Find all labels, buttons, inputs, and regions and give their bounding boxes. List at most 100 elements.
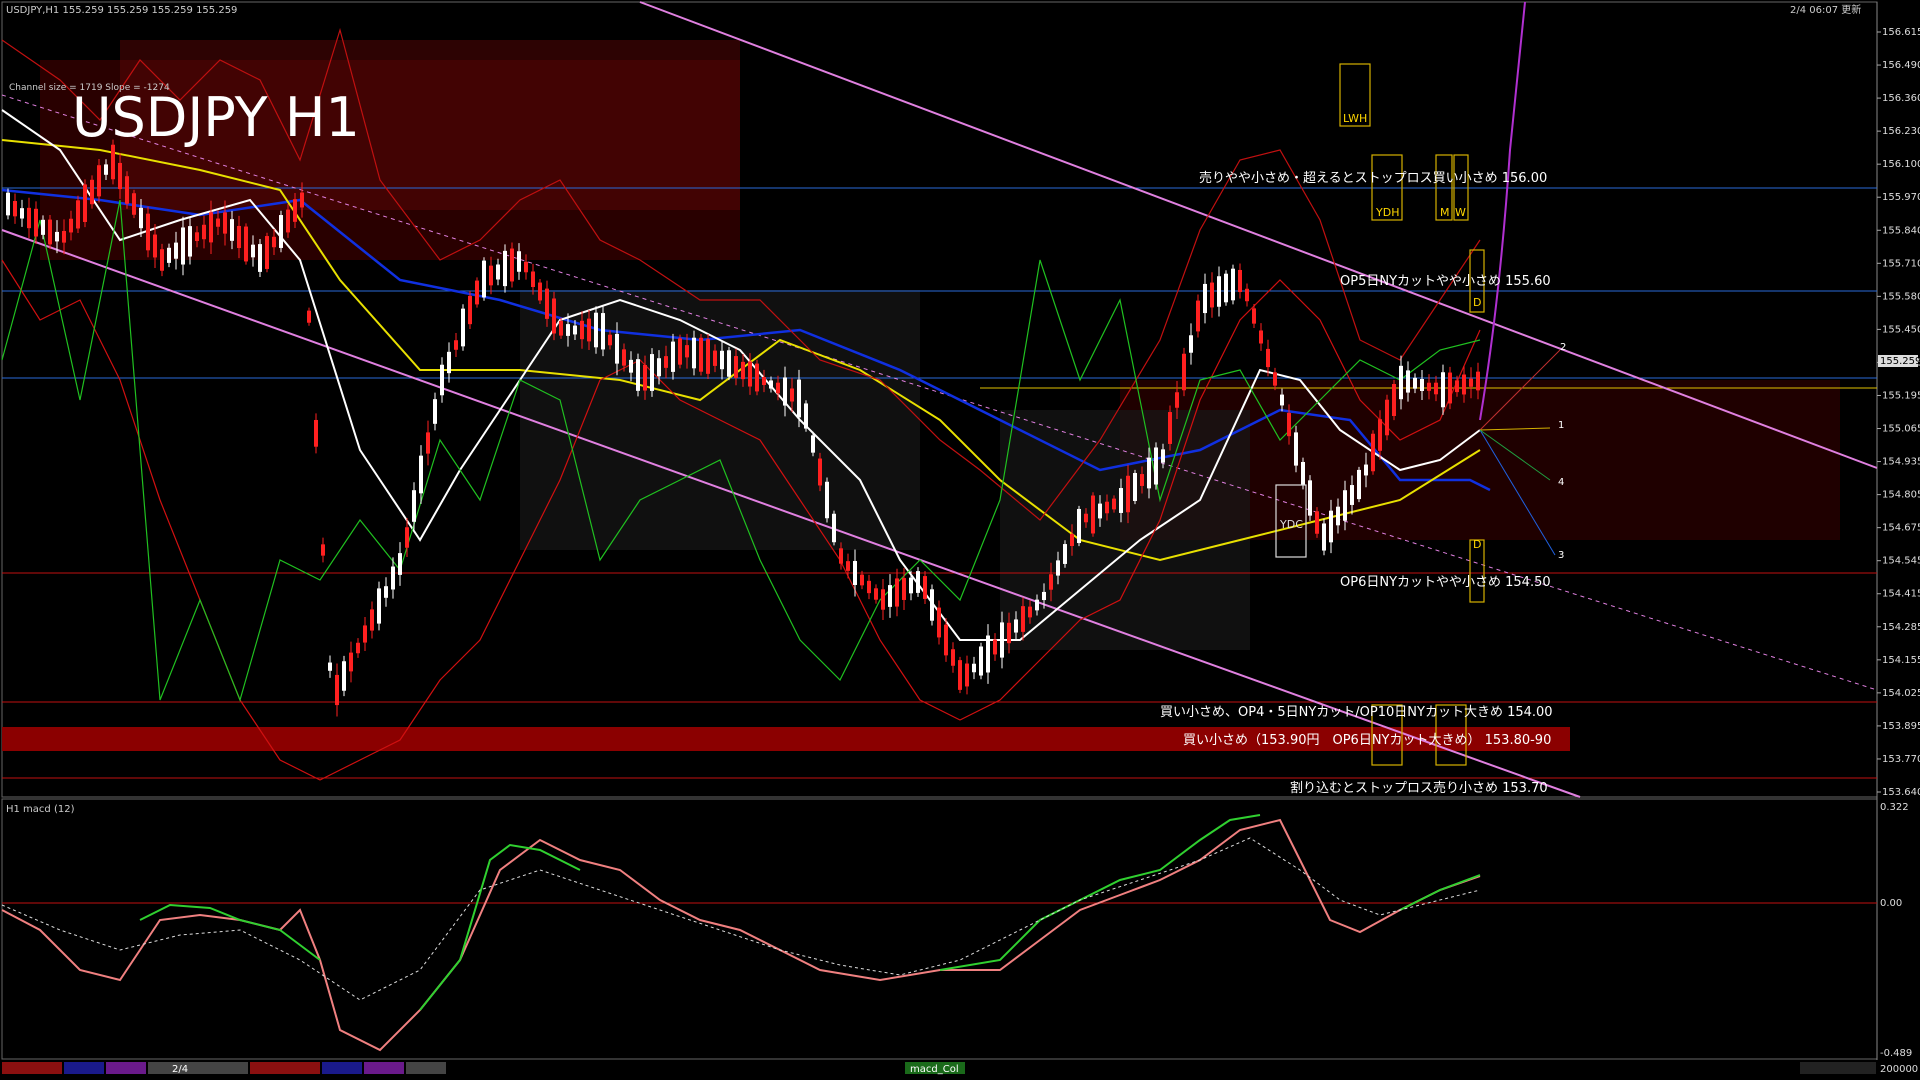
- price-tick-label: 153.770: [1882, 754, 1920, 765]
- candle-body: [1280, 394, 1284, 406]
- candle-body: [335, 674, 339, 706]
- chart-canvas[interactable]: LWH YDH M W D YDC D 2 1 3 4 売りやや小さめ・超えると…: [0, 0, 1920, 1080]
- candle-body: [951, 649, 955, 666]
- candle-body: [426, 432, 430, 454]
- tab-date-label[interactable]: 2/4: [172, 1064, 188, 1075]
- candle-body: [412, 490, 416, 522]
- candle-body: [1210, 282, 1214, 308]
- candle-body: [48, 219, 52, 245]
- candle-body: [881, 589, 885, 610]
- candle-body: [811, 435, 815, 453]
- candle-body: [958, 660, 962, 690]
- candle-body: [76, 200, 80, 229]
- candle-body: [447, 351, 451, 374]
- candle-body: [111, 144, 115, 180]
- price-tick-label: 153.895: [1882, 721, 1920, 732]
- candle-body: [762, 376, 766, 386]
- candle-body: [496, 264, 500, 280]
- candle-body: [972, 663, 976, 673]
- candle-body: [153, 234, 157, 258]
- projection-label-1: 1: [1558, 420, 1564, 431]
- price-tick-label: 153.640: [1882, 787, 1920, 798]
- price-tick-label: 155.710: [1882, 258, 1920, 269]
- tab-indicator-label[interactable]: macd_Col: [910, 1064, 959, 1075]
- macd-label: H1 macd (12): [6, 804, 75, 815]
- zone-label-d-lower: D: [1473, 538, 1481, 551]
- candle-body: [1042, 591, 1046, 601]
- candle-body: [433, 399, 437, 424]
- candle-body: [181, 227, 185, 265]
- candle-body: [748, 361, 752, 387]
- candle-body: [1154, 447, 1158, 485]
- candle-body: [769, 380, 773, 389]
- candle-body: [587, 318, 591, 342]
- candle-body: [573, 325, 577, 335]
- price-tick-label: 154.025: [1882, 688, 1920, 699]
- candle-body: [34, 208, 38, 237]
- candle-body: [538, 282, 542, 301]
- candle-body: [13, 201, 17, 217]
- candle-body: [1469, 378, 1473, 387]
- candle-body: [1245, 288, 1249, 302]
- candle-body: [783, 377, 787, 406]
- candle-body: [314, 419, 318, 447]
- candle-body: [1336, 506, 1340, 526]
- annotation-153-85: 買い小さめ（153.90円 OP6日NYカット大きめ） 153.80-90: [1183, 733, 1551, 748]
- candle-body: [517, 251, 521, 272]
- candle-body: [20, 208, 24, 219]
- candle-body: [1182, 353, 1186, 391]
- price-tick-label: 155.450: [1882, 324, 1920, 335]
- price-axis: 156.615 156.490 156.360 156.230 156.100 155.9…: [1877, 27, 1920, 798]
- candle-body: [937, 607, 941, 638]
- candle-body: [307, 310, 311, 323]
- candle-body: [1329, 510, 1333, 543]
- candle-body: [797, 379, 801, 418]
- candle-body: [699, 337, 703, 372]
- candle-body: [237, 225, 241, 249]
- current-price-label: 155.259: [1880, 356, 1920, 367]
- candle-body: [405, 527, 409, 548]
- chart-title: USDJPY H1: [72, 86, 360, 149]
- candle-body: [965, 663, 969, 687]
- candle-body: [1399, 365, 1403, 400]
- candle-body: [895, 578, 899, 607]
- candle-body: [867, 580, 871, 594]
- candle-body: [83, 184, 87, 222]
- zone-label-ydh: YDH: [1375, 206, 1399, 219]
- candle-body: [734, 356, 738, 378]
- price-tick-label: 154.415: [1882, 589, 1920, 600]
- candle-body: [979, 646, 983, 676]
- candle-body: [909, 577, 913, 594]
- annotation-156-00: 売りやや小さめ・超えるとストップロス買い小さめ 156.00: [1199, 170, 1547, 186]
- candle-body: [1049, 574, 1053, 590]
- update-timestamp: 2/4 06:07 更新: [1790, 3, 1861, 16]
- candle-body: [1427, 382, 1431, 391]
- annotation-154-50: OP6日NYカットやや小さめ 154.50: [1340, 575, 1551, 590]
- price-tick-label: 156.230: [1882, 126, 1920, 137]
- candle-body: [195, 232, 199, 242]
- candle-body: [923, 576, 927, 599]
- candle-body: [454, 340, 458, 350]
- macd-lines: [1, 814, 1481, 1052]
- candle-body: [1364, 464, 1368, 476]
- candle-body: [1105, 501, 1109, 514]
- candle-body: [160, 249, 164, 271]
- candle-body: [230, 219, 234, 241]
- candle-body: [321, 544, 325, 556]
- candle-body: [104, 164, 108, 175]
- candle-body: [657, 358, 661, 377]
- candle-body: [790, 388, 794, 402]
- candle-body: [902, 578, 906, 600]
- candle-body: [1238, 269, 1242, 293]
- candle-body: [1112, 498, 1116, 510]
- candle-body: [1007, 622, 1011, 644]
- candle-body: [1462, 374, 1466, 395]
- projection-label-4: 4: [1558, 477, 1564, 488]
- macd-tick-zero: 0.00: [1880, 898, 1902, 909]
- candle-body: [132, 193, 136, 215]
- candle-body: [440, 364, 444, 396]
- candle-body: [1476, 371, 1480, 391]
- price-tick-label: 156.100: [1882, 159, 1920, 170]
- candle-body: [188, 226, 192, 257]
- candle-body: [461, 308, 465, 347]
